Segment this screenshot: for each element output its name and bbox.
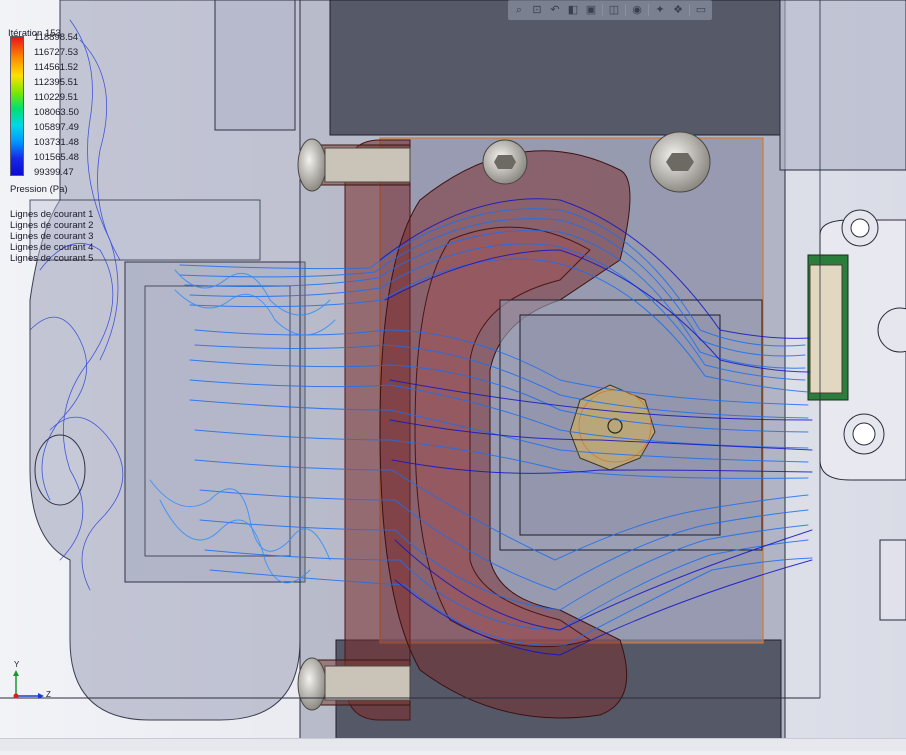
streamline-legend-item: Lignes de courant 2 [10,220,94,231]
flow-simulation-scene [0,0,906,751]
toolbar-separator [602,4,603,16]
heads-up-view-toolbar: ⌕ ⊡ ↶ ◧ ▣ ◫ ◉ ✦ ❖ ▭ [508,0,712,20]
legend-tick: 110229.51 [34,92,79,103]
legend-tick: 112395.51 [34,77,79,88]
status-strip [0,738,906,751]
previous-view-icon[interactable]: ↶ [548,3,562,17]
edit-appearance-icon[interactable]: ✦ [653,3,667,17]
triad-z-label: Z [46,690,51,699]
legend-tick: 116727.53 [34,47,79,58]
triad-y-label: Y [14,660,20,669]
streamline-legend-item: Lignes de courant 5 [10,253,94,264]
legend-variable: Pression (Pa) [10,184,68,195]
view-orientation-icon[interactable]: ▣ [584,3,598,17]
zoom-to-fit-icon[interactable]: ⌕ [512,3,526,17]
toolbar-separator [625,4,626,16]
graphics-viewport[interactable] [0,0,906,751]
legend-tick: 99399.47 [34,167,74,178]
legend-tick: 118898.54 [34,32,79,43]
legend-tick: 114561.52 [34,62,79,73]
streamline-legend-item: Lignes de courant 4 [10,242,94,253]
section-view-icon[interactable]: ◧ [566,3,580,17]
reference-triad: Y Z [6,660,54,702]
toolbar-separator [648,4,649,16]
apply-scene-icon[interactable]: ❖ [671,3,685,17]
display-style-icon[interactable]: ◫ [607,3,621,17]
toolbar-separator [689,4,690,16]
legend-tick: 101565.48 [34,152,79,163]
zoom-area-icon[interactable]: ⊡ [530,3,544,17]
legend-tick: 108063.50 [34,107,79,118]
streamline-legend-item: Lignes de courant 1 [10,209,94,220]
legend-tick: 103731.48 [34,137,79,148]
streamline-legend-item: Lignes de courant 3 [10,231,94,242]
legend-tick: 105897.49 [34,122,79,133]
view-settings-icon[interactable]: ▭ [694,3,708,17]
legend-color-bar [10,36,24,176]
hide-show-icon[interactable]: ◉ [630,3,644,17]
